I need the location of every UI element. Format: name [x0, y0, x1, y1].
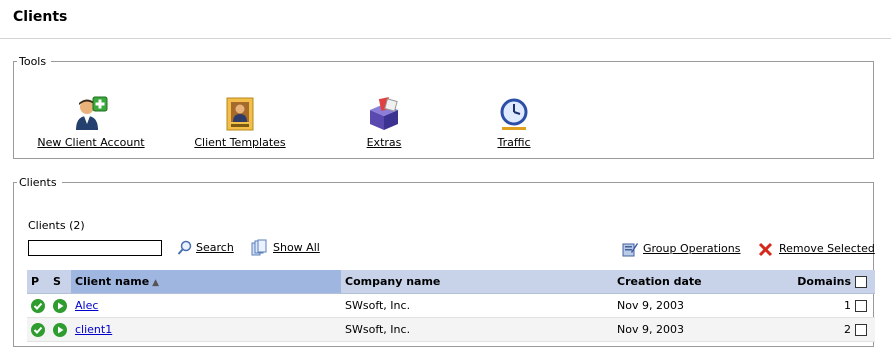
status-state-cell [49, 317, 71, 342]
creation-date-cell: Nov 9, 2003 [613, 317, 765, 342]
clients-table: P S Client name ▲ Company name Creation d… [27, 270, 875, 342]
status-problem-cell [27, 293, 49, 318]
new-client-icon [73, 96, 109, 132]
clients-count: Clients (2) [28, 219, 85, 232]
traffic-icon [496, 96, 532, 132]
show-all-link[interactable]: Show All [273, 241, 320, 254]
client-templates-link[interactable]: Client Templates [194, 136, 285, 149]
tool-client-templates[interactable]: Client Templates [188, 96, 292, 149]
status-state-cell [49, 293, 71, 318]
client-name-cell: client1 [71, 317, 341, 342]
search-link[interactable]: Search [196, 241, 234, 254]
row-checkbox[interactable] [855, 324, 867, 336]
clients-legend: Clients [19, 176, 57, 189]
col-s-header[interactable]: S [49, 270, 71, 294]
company-name-cell: SWsoft, Inc. [341, 317, 613, 342]
creation-date-cell: Nov 9, 2003 [613, 293, 765, 318]
tool-new-client-account[interactable]: New Client Account [36, 96, 146, 149]
search-input[interactable] [28, 240, 162, 256]
page-title: Clients [13, 9, 68, 25]
col-p-header[interactable]: P [27, 270, 49, 294]
domains-cell: 1 [765, 293, 875, 318]
col-creation-date-header[interactable]: Creation date [613, 270, 765, 294]
tool-traffic[interactable]: Traffic [484, 96, 544, 149]
domains-count: 1 [844, 299, 851, 312]
title-divider [0, 38, 891, 39]
table-row: Alec SWsoft, Inc. Nov 9, 2003 1 [27, 293, 875, 318]
group-operations-icon[interactable] [622, 241, 638, 260]
col-domains-label: Domains [797, 275, 851, 288]
company-name-cell: SWsoft, Inc. [341, 293, 613, 318]
remove-selected-link[interactable]: Remove Selected [779, 242, 875, 255]
group-operations-link[interactable]: Group Operations [643, 242, 740, 255]
show-all-icon[interactable] [250, 239, 268, 260]
client-name-cell: Alec [71, 293, 341, 318]
search-icon[interactable] [177, 240, 193, 259]
client-name-link[interactable]: client1 [75, 323, 112, 336]
client-templates-icon [222, 96, 258, 132]
tools-panel: Tools New Client Account Client Template… [13, 55, 874, 159]
play-icon[interactable] [53, 322, 67, 337]
select-all-checkbox[interactable] [855, 276, 867, 288]
check-icon [31, 322, 45, 337]
remove-icon[interactable] [758, 242, 773, 260]
extras-link[interactable]: Extras [367, 136, 402, 149]
extras-icon [366, 96, 402, 132]
client-name-link[interactable]: Alec [75, 299, 98, 312]
clients-panel: Clients Clients (2) Search Show All Grou… [13, 176, 875, 347]
table-row: client1 SWsoft, Inc. Nov 9, 2003 2 [27, 317, 875, 342]
new-client-account-link[interactable]: New Client Account [37, 136, 144, 149]
status-problem-cell [27, 317, 49, 342]
col-client-name-label: Client name [75, 275, 150, 288]
col-client-name-header[interactable]: Client name ▲ [71, 270, 341, 294]
sort-asc-icon: ▲ [152, 278, 160, 288]
row-checkbox[interactable] [855, 300, 867, 312]
col-company-name-header[interactable]: Company name [341, 270, 613, 294]
traffic-link[interactable]: Traffic [497, 136, 530, 149]
tool-extras[interactable]: Extras [354, 96, 414, 149]
col-domains-header[interactable]: Domains [765, 270, 875, 294]
domains-count: 2 [844, 323, 851, 336]
tools-legend: Tools [19, 55, 47, 68]
domains-cell: 2 [765, 317, 875, 342]
check-icon [31, 298, 45, 313]
play-icon[interactable] [53, 298, 67, 313]
table-header-row: P S Client name ▲ Company name Creation d… [27, 270, 875, 294]
